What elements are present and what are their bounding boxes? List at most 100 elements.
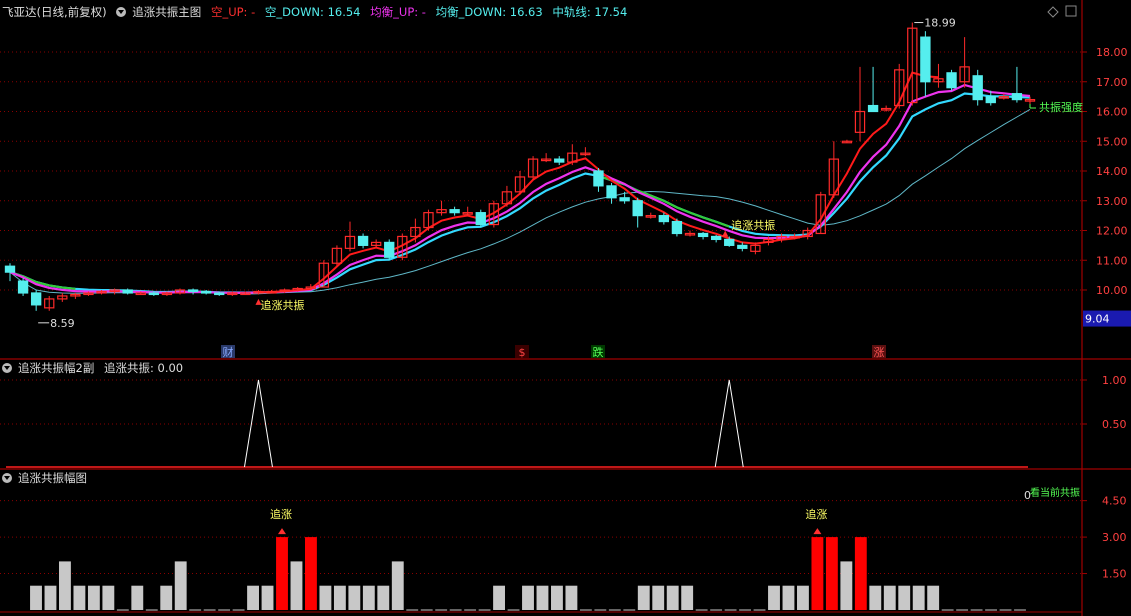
sub1-value: 追涨共振: 0.00 xyxy=(103,361,184,375)
candle-body xyxy=(148,292,160,296)
y-tick-label: 16.00 xyxy=(1096,106,1128,119)
resonance-bar xyxy=(261,585,274,610)
resonance-bar xyxy=(247,585,259,610)
y-tick-label: 15.00 xyxy=(1096,135,1128,148)
resonance-bar xyxy=(319,585,332,610)
candle-body xyxy=(867,104,879,113)
candle-body xyxy=(4,265,16,273)
sub2-panel-header: 追涨共振幅图 xyxy=(2,470,93,486)
sub1-title[interactable]: 追涨共振幅2副 xyxy=(18,361,94,375)
resonance-bar xyxy=(637,585,650,610)
resonance-bar xyxy=(102,585,115,610)
y-tick-label: 1.00 xyxy=(1102,374,1127,387)
signal-label: 追涨共振 xyxy=(260,298,304,312)
event-label: 财 xyxy=(223,345,234,359)
y-tick-label: 12.00 xyxy=(1096,225,1128,238)
right-side-label: 共振强度 xyxy=(1039,100,1083,114)
resonance-bar xyxy=(768,585,780,610)
resonance-bar xyxy=(898,585,911,610)
resonance-bar xyxy=(840,561,853,610)
resonance-peak xyxy=(714,379,744,468)
resonance-bar xyxy=(377,585,390,610)
event-label: $ xyxy=(519,346,526,359)
candle-body xyxy=(737,244,748,249)
candle-body xyxy=(214,292,225,296)
y-tick-label: 10.00 xyxy=(1096,284,1128,297)
candle-body xyxy=(710,235,722,241)
chevron-down-icon[interactable] xyxy=(2,473,12,483)
y-tick-label: 18.00 xyxy=(1096,46,1128,59)
candle-body xyxy=(593,170,604,187)
sub2-title[interactable]: 追涨共振幅图 xyxy=(18,471,87,485)
resonance-bar xyxy=(797,585,809,610)
signal-label: 追涨 xyxy=(270,507,292,521)
resonance-bar xyxy=(825,537,838,610)
candle-body xyxy=(632,200,643,217)
event-label: 涨 xyxy=(874,346,885,359)
candle-body xyxy=(449,209,460,214)
resonance-bar xyxy=(927,585,940,610)
resonance-bar xyxy=(869,585,882,610)
resonance-bar xyxy=(30,585,42,610)
diamond-icon xyxy=(1047,6,1059,18)
resonance-bar xyxy=(305,537,317,610)
high-price-marker: 18.99 xyxy=(924,17,956,30)
candle-body xyxy=(384,241,395,258)
y-tick-label: 13.00 xyxy=(1096,195,1128,208)
main-panel-header: 飞亚达(日线,前复权) 追涨共振主图 空_UP: - 空_DOWN: 16.54… xyxy=(2,4,633,20)
y-tick-label: 3.00 xyxy=(1102,531,1127,544)
y-tick-label: 4.50 xyxy=(1102,495,1127,508)
y-tick-label: 14.00 xyxy=(1096,165,1128,178)
resonance-bar xyxy=(811,537,824,610)
candle-body xyxy=(985,96,996,104)
candle-body xyxy=(357,235,369,246)
candle-body xyxy=(187,289,199,293)
resonance-bar xyxy=(174,561,187,610)
resonance-bar xyxy=(652,585,665,610)
y-tick-label: 17.00 xyxy=(1096,76,1128,89)
resonance-bar xyxy=(131,585,144,610)
junheng-up-value: 均衡_UP: - xyxy=(370,5,426,19)
candle-body xyxy=(946,72,957,89)
kong-up-value: 空_UP: - xyxy=(210,5,256,19)
resonance-bar xyxy=(333,585,346,610)
event-label: 跌 xyxy=(593,345,604,359)
indicator-name[interactable]: 追涨共振主图 xyxy=(132,5,201,19)
resonance-bar xyxy=(536,585,549,610)
maximize-icon xyxy=(1065,5,1077,17)
candle-body xyxy=(671,220,683,235)
candle-body xyxy=(658,215,670,223)
kong-down-value: 空_DOWN: 16.54 xyxy=(264,5,361,19)
low-price-marker: 8.59 xyxy=(50,317,75,330)
stock-chart[interactable]: 18.00 17.00 16.00 15.00 14.00 13.00 12.00 11.00… xyxy=(0,0,1131,616)
resonance-bar xyxy=(160,585,173,610)
junheng-down-value: 均衡_DOWN: 16.63 xyxy=(435,5,543,19)
signal-arrow xyxy=(278,528,286,535)
signal-label: 追涨共振 xyxy=(731,218,775,232)
resonance-bar xyxy=(666,585,679,610)
candle-body xyxy=(475,212,486,226)
resonance-bar xyxy=(854,537,867,610)
candle-body xyxy=(724,238,735,246)
signal-arrow xyxy=(813,528,822,535)
resonance-bar xyxy=(912,585,925,610)
resonance-bar xyxy=(522,585,534,610)
resonance-bar xyxy=(883,585,896,610)
candle-body xyxy=(972,75,983,101)
resonance-bar xyxy=(551,585,563,610)
resonance-bar xyxy=(565,585,578,610)
sub1-panel-header: 追涨共振幅2副 追涨共振: 0.00 xyxy=(2,360,189,376)
resonance-bar xyxy=(362,585,375,610)
chevron-down-icon[interactable] xyxy=(2,363,12,373)
candle-body xyxy=(30,292,42,306)
candle-body xyxy=(122,289,133,294)
resonance-bar xyxy=(59,561,71,610)
chevron-down-icon[interactable] xyxy=(116,7,127,17)
current-price-label: 9.04 xyxy=(1085,313,1110,326)
resonance-bar xyxy=(493,585,505,610)
resonance-bar xyxy=(681,585,694,610)
resonance-bar xyxy=(391,561,404,610)
right-label-arrow xyxy=(1029,104,1036,109)
y-tick-label: 1.50 xyxy=(1102,568,1127,581)
stock-name: 飞亚达 xyxy=(2,5,37,19)
